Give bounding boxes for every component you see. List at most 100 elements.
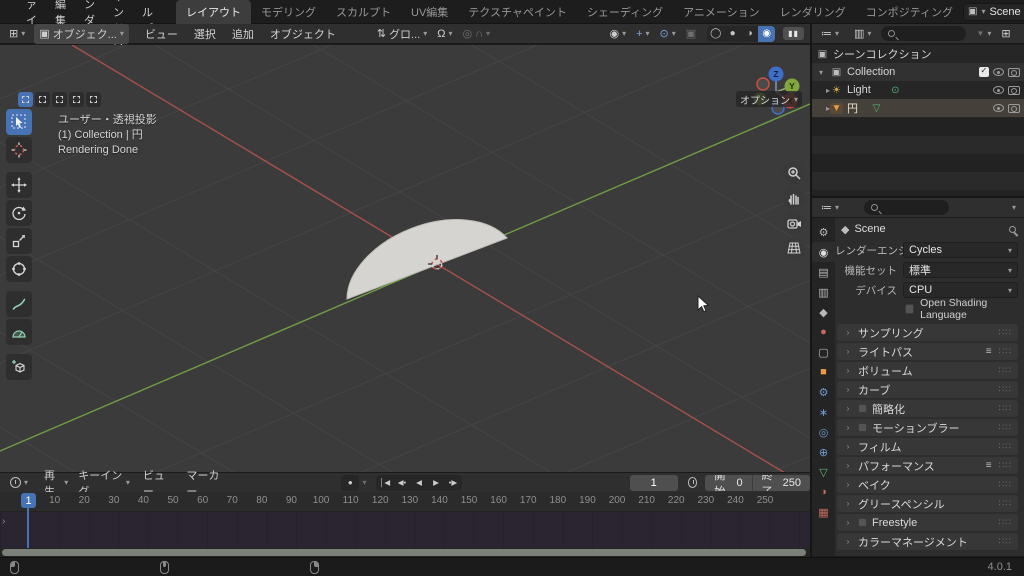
- grip-icon[interactable]: ∷∷: [999, 460, 1012, 471]
- grip-icon[interactable]: ∷∷: [999, 498, 1012, 509]
- timeline-ruler[interactable]: 1020304050607080901001101201301401501601…: [0, 492, 810, 512]
- select-box-tool[interactable]: [6, 109, 32, 135]
- workspace-tab[interactable]: アニメーション: [673, 0, 770, 24]
- jump-to-start-button[interactable]: │◀: [376, 475, 393, 491]
- annotate-tool[interactable]: [6, 291, 32, 317]
- hide-eye-icon[interactable]: [993, 68, 1004, 76]
- grip-icon[interactable]: ∷∷: [999, 422, 1012, 433]
- mesh-label[interactable]: 円: [847, 100, 858, 116]
- menu-add[interactable]: 追加: [224, 23, 262, 45]
- outliner-row-mesh-circle[interactable]: ▸ ▼ 円 ▽: [812, 99, 1024, 117]
- play-reverse-button[interactable]: ◀: [410, 475, 427, 491]
- workspace-tab[interactable]: モデリング: [251, 0, 326, 24]
- overlays-dropdown[interactable]: ⊙ ▾: [655, 25, 681, 42]
- chevron-down-icon[interactable]: ▾: [362, 478, 366, 487]
- properties-tab-object[interactable]: ■: [812, 362, 835, 382]
- play-button[interactable]: ▶: [427, 475, 444, 491]
- section-checkbox[interactable]: [858, 404, 867, 413]
- properties-tab-world[interactable]: ●: [812, 322, 835, 342]
- property-section-header[interactable]: › ライトパス ≡ ∷∷: [837, 343, 1018, 360]
- workspace-tab[interactable]: レイアウト: [176, 0, 251, 24]
- properties-tab-collection[interactable]: ▢: [812, 342, 835, 362]
- shading-wireframe[interactable]: ◯: [707, 26, 724, 42]
- collection-checkbox[interactable]: [979, 67, 989, 77]
- pan-hand-button[interactable]: [783, 187, 805, 209]
- properties-tab-physics[interactable]: ◎: [812, 422, 835, 442]
- outliner-funnel-filter[interactable]: ▼ ▾: [971, 27, 996, 40]
- snap-toggle[interactable]: Ω ▾: [432, 26, 457, 42]
- properties-search[interactable]: [864, 200, 949, 215]
- chevron-down-icon[interactable]: ▾: [1012, 203, 1016, 212]
- grip-icon[interactable]: ∷∷: [999, 384, 1012, 395]
- properties-tab-output[interactable]: ▤: [812, 262, 835, 282]
- outliner-row-light[interactable]: ▸ ☀ Light ⊙: [812, 81, 1024, 99]
- preview-range-clock-icon[interactable]: [688, 477, 698, 488]
- workspace-tab[interactable]: シェーディング: [577, 0, 673, 24]
- camera-view-button[interactable]: [783, 212, 805, 234]
- xray-toggle[interactable]: ▣: [681, 25, 701, 42]
- mesh-half-circle[interactable]: [347, 220, 507, 299]
- properties-editor-type-button[interactable]: ≔ ▾: [816, 199, 844, 216]
- property-section-header[interactable]: › Freestyle ≡ ∷∷: [837, 514, 1018, 531]
- properties-tab-texture[interactable]: ▦: [812, 502, 835, 522]
- transform-orientation-selector[interactable]: ⇅ グロ... ▾: [372, 24, 432, 44]
- field-dropdown[interactable]: CPU ▾: [903, 282, 1018, 298]
- jump-next-keyframe-button[interactable]: •▶: [444, 475, 461, 491]
- property-section-header[interactable]: › サンプリング ≡ ∷∷: [837, 324, 1018, 341]
- property-section-header[interactable]: › ベイク ≡ ∷∷: [837, 476, 1018, 493]
- collapse-caret-icon[interactable]: ▾: [816, 68, 826, 77]
- property-section-header[interactable]: › グリースペンシル ≡ ∷∷: [837, 495, 1018, 512]
- new-collection-button[interactable]: ⊞: [1001, 27, 1010, 40]
- collection-label[interactable]: Collection: [847, 66, 895, 78]
- shading-material-preview[interactable]: ◑: [741, 26, 758, 42]
- section-checkbox[interactable]: [858, 518, 867, 527]
- disable-render-camera-icon[interactable]: [1008, 86, 1020, 95]
- workspace-tab[interactable]: レンダリング: [770, 0, 856, 24]
- properties-tab-view-layer[interactable]: ▥: [812, 282, 835, 302]
- measure-tool[interactable]: [6, 319, 32, 345]
- object-visibility-dropdown[interactable]: ◉ ▾: [604, 25, 631, 42]
- expand-caret-icon[interactable]: ▸: [816, 86, 826, 95]
- gizmos-dropdown[interactable]: + ▾: [631, 26, 654, 42]
- shading-solid[interactable]: ●: [724, 26, 741, 42]
- zoom-button[interactable]: [783, 162, 805, 184]
- auto-keyframe-record-button[interactable]: ●: [341, 475, 359, 491]
- property-section-header[interactable]: › パフォーマンス ≡ ∷∷: [837, 457, 1018, 474]
- field-dropdown[interactable]: 標準 ▾: [903, 262, 1018, 278]
- grip-icon[interactable]: ∷∷: [999, 365, 1012, 376]
- grip-icon[interactable]: ∷∷: [999, 441, 1012, 452]
- property-section-header[interactable]: › 簡略化 ≡ ∷∷: [837, 400, 1018, 417]
- properties-search-input[interactable]: [882, 202, 942, 213]
- hide-eye-icon[interactable]: [993, 86, 1004, 94]
- select-set-option[interactable]: [18, 92, 33, 107]
- playhead-line[interactable]: [27, 506, 29, 548]
- properties-tab-render[interactable]: ◉: [812, 242, 835, 262]
- osl-checkbox[interactable]: [905, 304, 914, 314]
- scene-collection-label[interactable]: シーンコレクション: [833, 46, 931, 62]
- field-dropdown[interactable]: Cycles ▾: [903, 242, 1018, 258]
- rotate-tool[interactable]: [6, 200, 32, 226]
- timeline-tracks[interactable]: [0, 512, 810, 548]
- editor-type-button[interactable]: ⊞ ▾: [4, 25, 30, 42]
- properties-tab-object-data[interactable]: ▽: [812, 462, 835, 482]
- properties-tab-constraints[interactable]: ⊕: [812, 442, 835, 462]
- property-section-header[interactable]: › モーションブラー ≡ ∷∷: [837, 419, 1018, 436]
- property-section-header[interactable]: › ボリューム ≡ ∷∷: [837, 362, 1018, 379]
- menu-view[interactable]: ビュー: [137, 23, 186, 45]
- menu-select[interactable]: 選択: [186, 23, 224, 45]
- properties-tab-particles[interactable]: ∗: [812, 402, 835, 422]
- viewport-3d[interactable]: Z Y X オ: [0, 45, 810, 472]
- chevron-down-icon[interactable]: ▾: [981, 7, 985, 16]
- expand-caret-icon[interactable]: ▸: [816, 104, 826, 113]
- timeline-horizontal-scrollbar[interactable]: [2, 549, 806, 556]
- select-invert-option[interactable]: [69, 92, 84, 107]
- workspace-tab[interactable]: コンポジティング: [856, 0, 963, 24]
- section-checkbox[interactable]: [858, 423, 867, 432]
- jump-prev-keyframe-button[interactable]: ◀•: [393, 475, 410, 491]
- disable-render-camera-icon[interactable]: [1008, 104, 1020, 113]
- properties-tab-scene[interactable]: ◆: [812, 302, 835, 322]
- preset-icon[interactable]: ≡: [986, 460, 993, 471]
- current-frame-field[interactable]: 1: [630, 475, 678, 491]
- osl-checkbox-row[interactable]: Open Shading Language: [835, 300, 1024, 318]
- add-primitive-tool[interactable]: [6, 354, 32, 380]
